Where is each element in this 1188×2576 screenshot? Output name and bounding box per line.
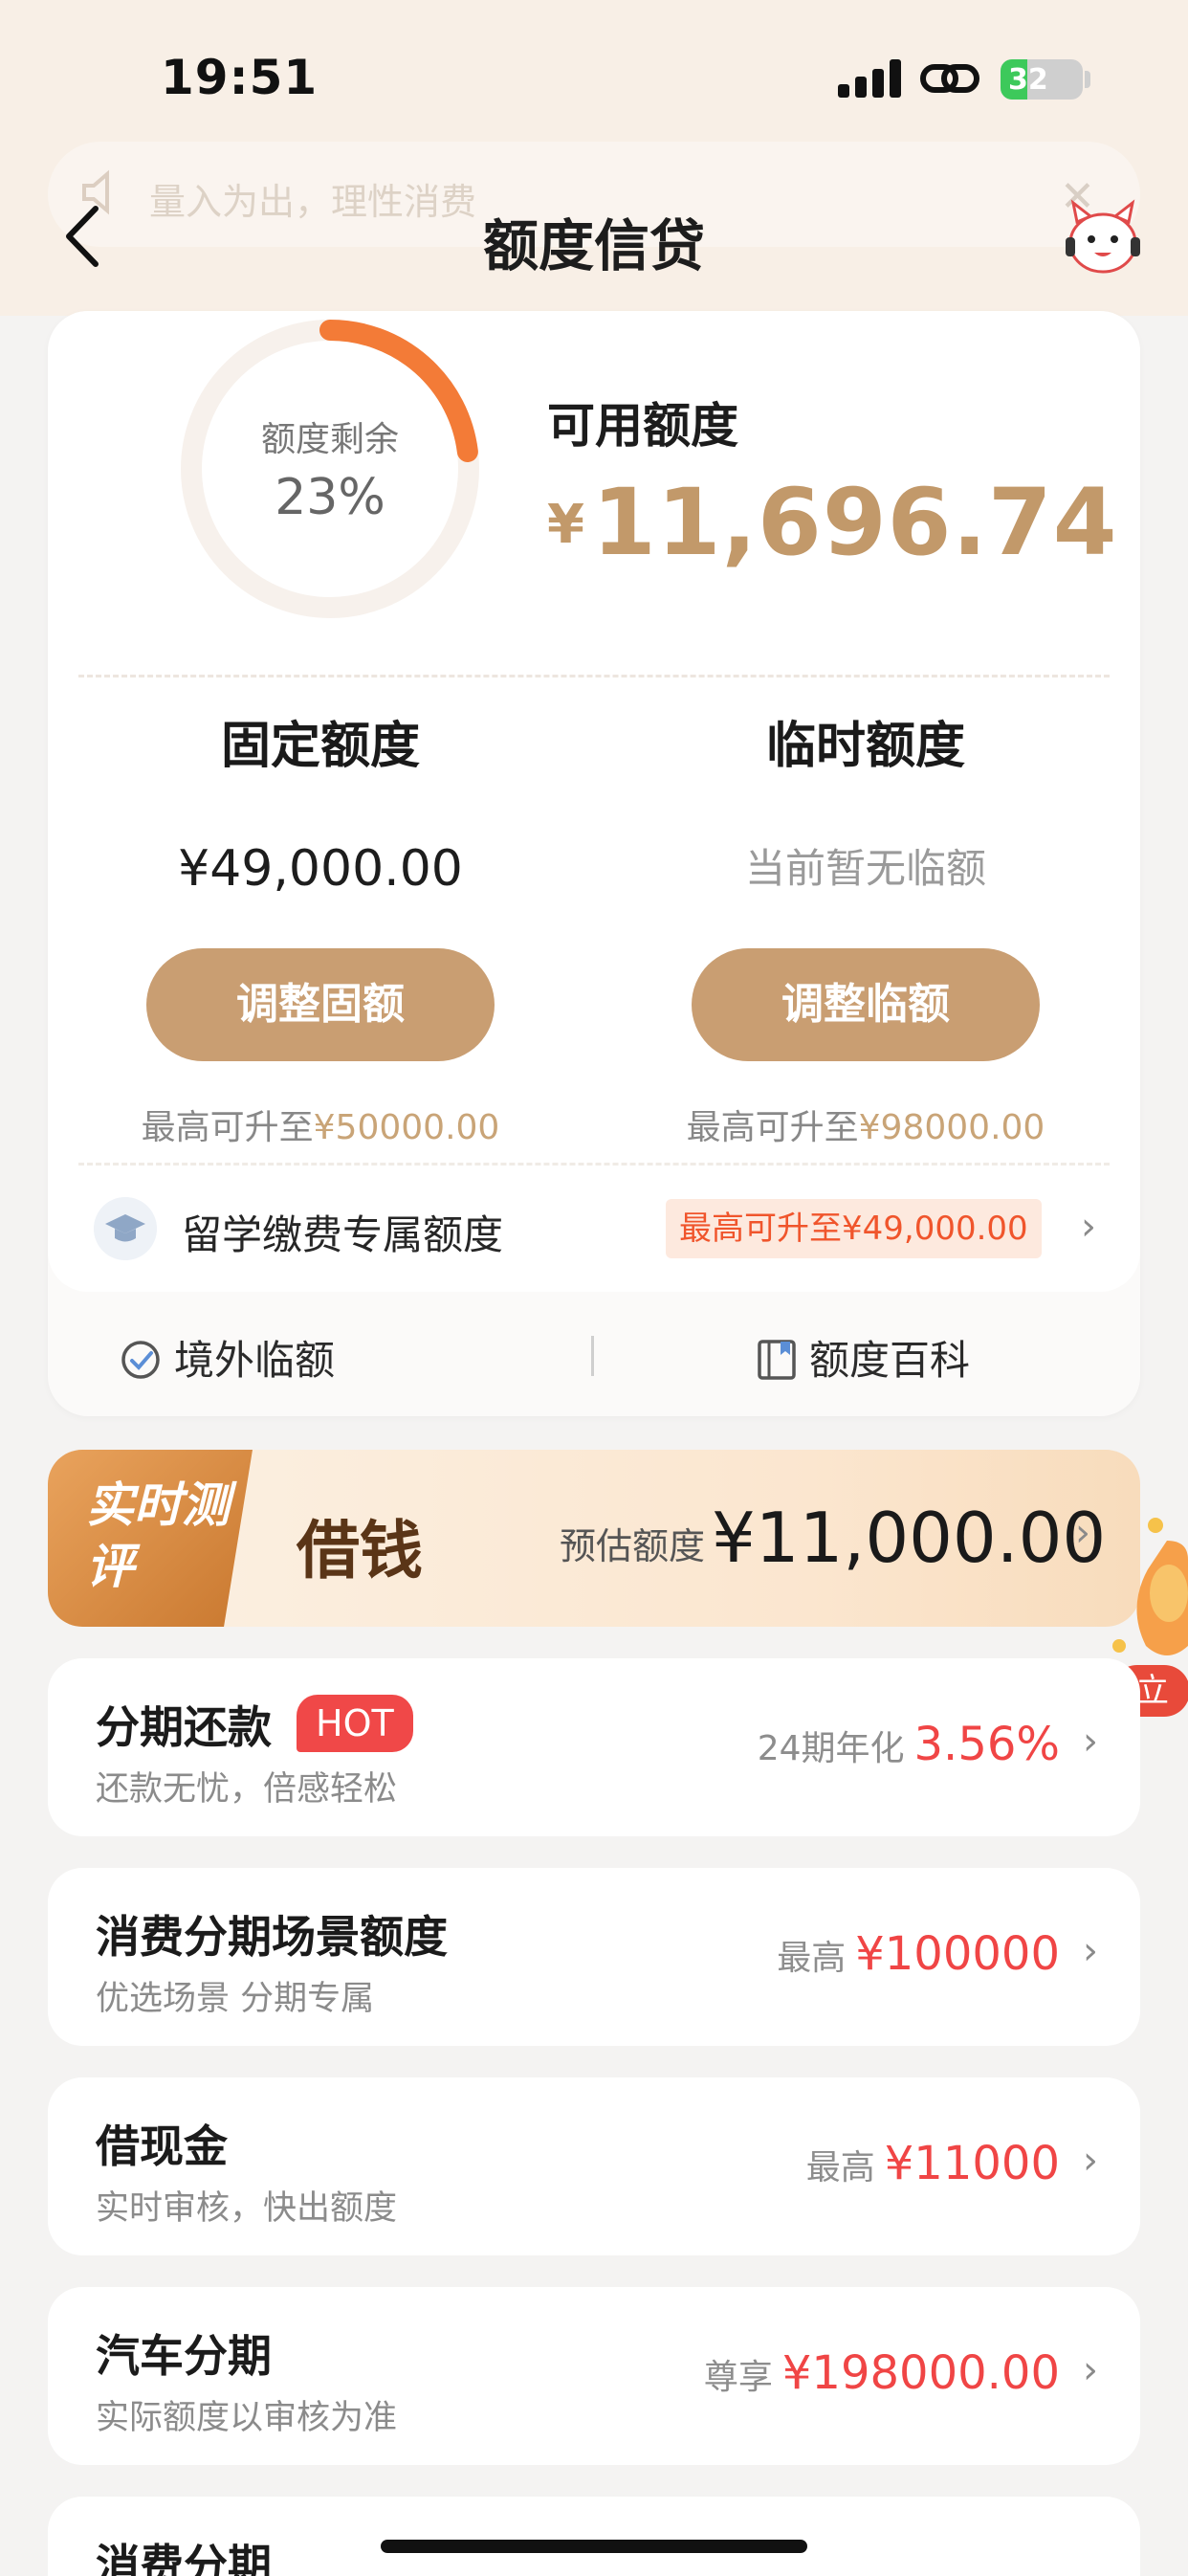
separator — [591, 1336, 594, 1376]
card-rate: 24期年化 3.56% — [758, 1718, 1060, 1771]
temp-quota-value: 当前暂无临额 — [744, 845, 986, 892]
max-value: ¥100000 — [855, 1927, 1060, 1981]
home-indicator — [381, 2540, 807, 2553]
quota-wiki-label: 额度百科 — [809, 1337, 971, 1384]
card-title: 借现金 — [96, 2121, 228, 2172]
chevron-right-icon: › — [1083, 2348, 1098, 2392]
quick-links-row: 境外临额 额度百科 — [48, 1301, 1140, 1407]
available-credit-label: 可用额度 — [547, 398, 738, 454]
chevron-right-icon: › — [1075, 1511, 1090, 1555]
max-value: ¥11000 — [884, 2137, 1060, 2190]
card-title: 消费分期场景额度 — [96, 1911, 448, 1963]
card-subtitle: 实际额度以审核为准 — [96, 2399, 398, 2437]
divider — [78, 675, 1110, 677]
temp-quota-column: 临时额度 当前暂无临额 调整临额 最高可升至¥98000.00 — [607, 713, 1124, 1149]
realtime-eval-text: 实时测评 — [86, 1477, 230, 1594]
cellular-signal-icon — [838, 59, 901, 98]
adjust-fixed-quota-button[interactable]: 调整固额 — [146, 948, 495, 1061]
adjust-temp-quota-button[interactable]: 调整临额 — [692, 948, 1040, 1061]
chevron-right-icon: › — [1083, 2139, 1098, 2183]
consumer-scenario-quota-card[interactable]: 消费分期场景额度 优选场景 分期专属 最高 ¥100000 › — [48, 1868, 1140, 2046]
card-title: 汽车分期 — [96, 2330, 272, 2382]
temp-quota-hint: 最高可升至¥98000.00 — [607, 1099, 1124, 1149]
book-icon — [758, 1340, 796, 1380]
card-title: 消费分期 — [96, 2540, 272, 2576]
fixed-quota-title: 固定额度 — [220, 718, 420, 775]
temp-quota-title: 临时额度 — [765, 718, 965, 775]
installment-repay-card[interactable]: 分期还款 HOT 还款无忧，倍感轻松 24期年化 3.56% › — [48, 1658, 1140, 1836]
max-prefix: 最高 — [805, 2148, 875, 2187]
link-icon — [920, 64, 979, 93]
hint-prefix: 最高可升至 — [686, 1108, 859, 1147]
card-max: 尊享 ¥198000.00 — [704, 2346, 1060, 2400]
battery-percent: 32 — [1008, 63, 1048, 97]
chevron-right-icon: › — [1081, 1205, 1096, 1249]
borrow-estimate-banner[interactable]: 实时测评 借钱 预估额度 ¥11,000.00 › — [48, 1450, 1140, 1627]
status-bar: 19:51 32 — [0, 0, 1188, 144]
study-abroad-quota-row[interactable]: 留学缴费专属额度 最高可升至¥49,000.00 › — [48, 1182, 1140, 1277]
promo-label: 立 — [1136, 1672, 1169, 1710]
borrow-title: 借钱 — [297, 1513, 423, 1588]
card-subtitle: 还款无忧，倍感轻松 — [96, 1770, 398, 1809]
ring-label: 额度剩余 — [260, 420, 399, 459]
hot-badge: HOT — [297, 1695, 413, 1752]
graduation-cap-icon — [94, 1197, 157, 1260]
available-credit-value: 11,696.74 — [591, 469, 1118, 576]
status-time: 19:51 — [161, 50, 319, 105]
study-abroad-label: 留学缴费专属额度 — [182, 1211, 504, 1258]
rate-value: 3.56% — [913, 1718, 1060, 1771]
fixed-quota-value: ¥49,000.00 — [178, 840, 463, 898]
hint-value: ¥50000.00 — [313, 1108, 500, 1147]
card-subtitle: 优选场景 分期专属 — [96, 1980, 375, 2018]
available-credit-amount: ¥11,696.74 — [547, 469, 1117, 576]
hint-value: ¥98000.00 — [858, 1108, 1045, 1147]
cash-loan-card[interactable]: 借现金 实时审核，快出额度 最高 ¥11000 › — [48, 2077, 1140, 2255]
card-subtitle: 实时审核，快出额度 — [96, 2189, 398, 2228]
chevron-right-icon: › — [1083, 1720, 1098, 1764]
consumer-installment-card[interactable]: 消费分期 — [48, 2497, 1140, 2576]
card-max: 最高 ¥100000 — [777, 1927, 1060, 1981]
page-title: 额度信贷 — [482, 213, 705, 278]
chevron-right-icon: › — [1083, 1929, 1098, 1973]
globe-check-icon — [121, 1341, 160, 1379]
rate-prefix: 24期年化 — [757, 1729, 905, 1768]
ring-percent: 23% — [275, 469, 385, 526]
battery-tip — [1085, 71, 1090, 88]
study-abroad-badge: 最高可升至¥49,000.00 — [666, 1199, 1042, 1258]
fixed-quota-hint: 最高可升至¥50000.00 — [62, 1099, 579, 1149]
divider — [78, 1163, 1110, 1166]
card-max: 最高 ¥11000 — [806, 2137, 1060, 2190]
estimate-amount: ¥11,000.00 — [712, 1498, 1107, 1578]
max-prefix: 最高 — [777, 1939, 847, 1978]
max-prefix: 尊享 — [703, 2358, 773, 2397]
fixed-quota-column: 固定额度 ¥49,000.00 调整固额 最高可升至¥50000.00 — [62, 713, 579, 1149]
hint-prefix: 最高可升至 — [141, 1108, 314, 1147]
overseas-temp-quota-label: 境外临额 — [174, 1337, 336, 1384]
currency-symbol: ¥ — [547, 494, 584, 556]
max-value: ¥198000.00 — [781, 2346, 1060, 2400]
card-title: 分期还款 — [96, 1701, 272, 1753]
battery-icon: 32 — [1001, 59, 1083, 100]
overseas-temp-quota-link[interactable]: 境外临额 — [119, 1328, 335, 1387]
estimate-label: 预估额度 — [560, 1525, 706, 1567]
quota-wiki-link[interactable]: 额度百科 — [756, 1328, 970, 1387]
car-installment-card[interactable]: 汽车分期 实际额度以审核为准 尊享 ¥198000.00 › — [48, 2287, 1140, 2465]
mascot-assistant-icon[interactable] — [1060, 197, 1146, 279]
